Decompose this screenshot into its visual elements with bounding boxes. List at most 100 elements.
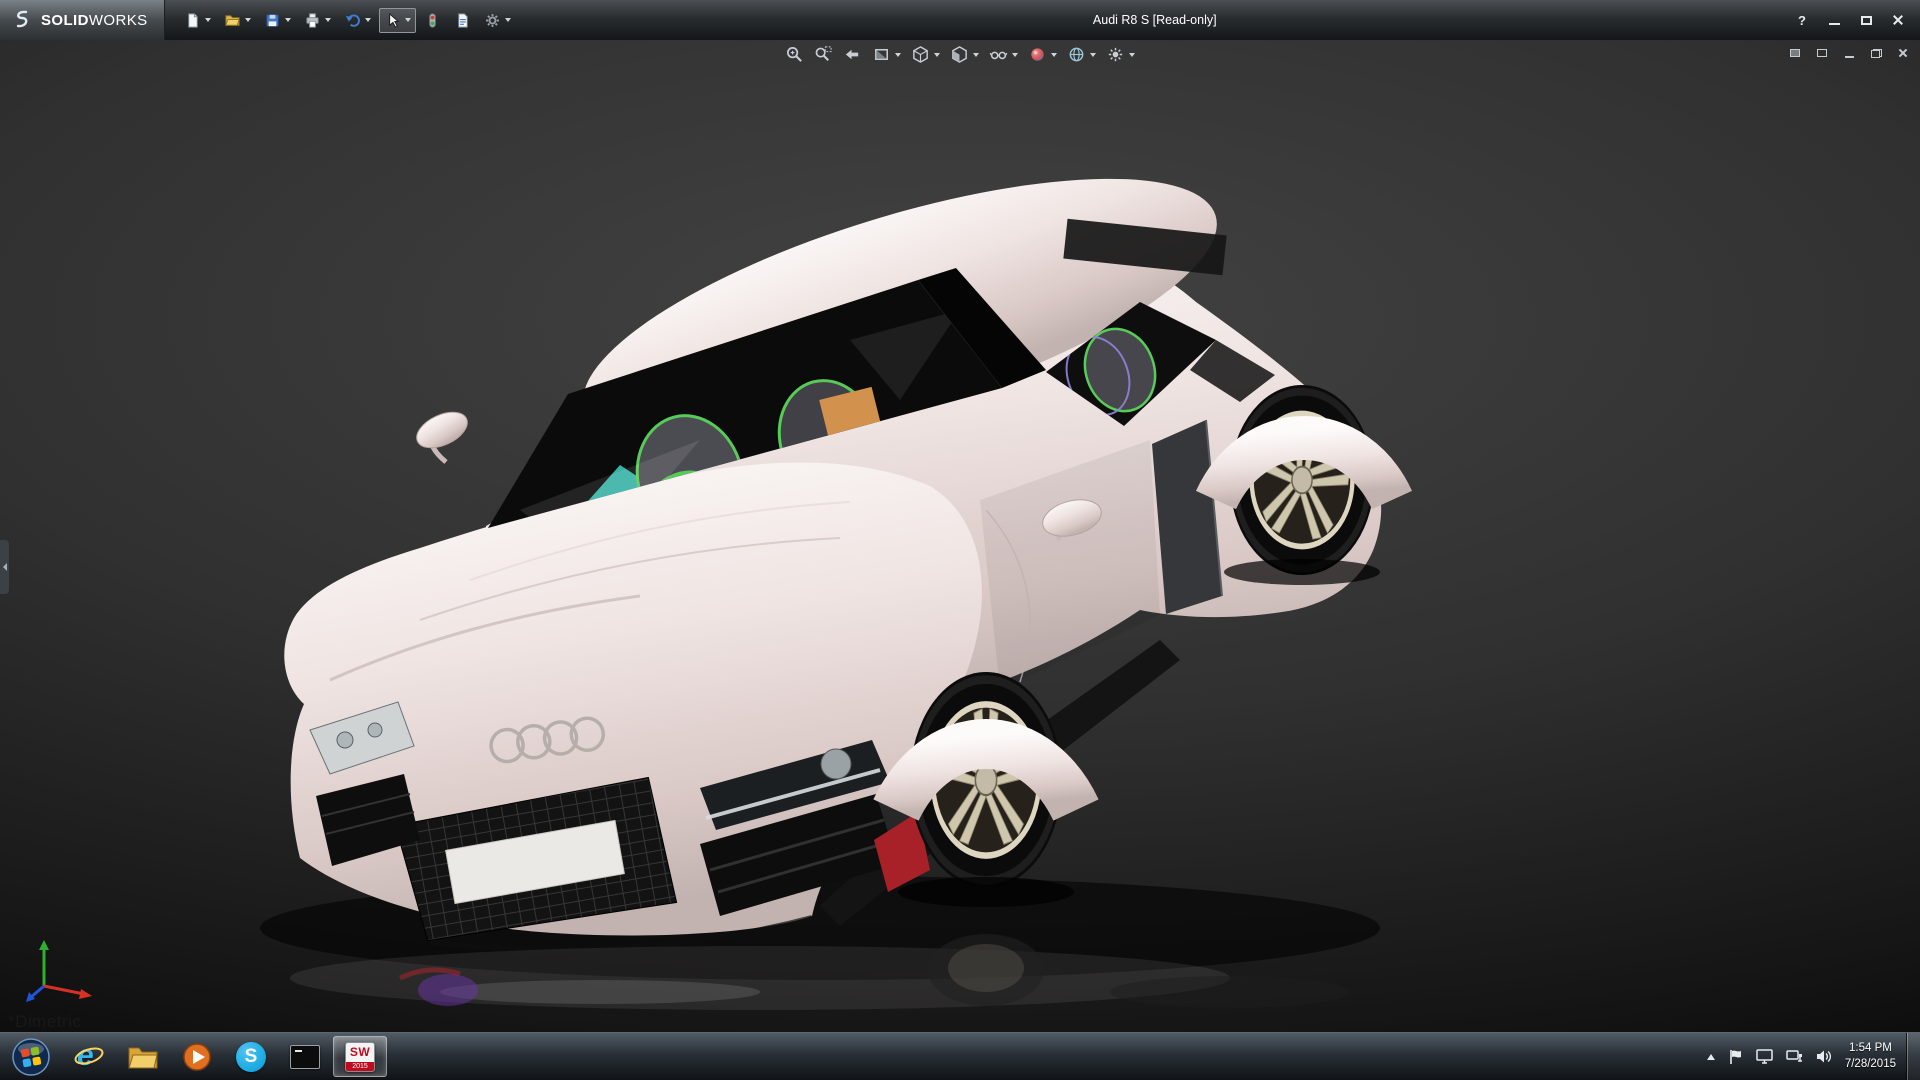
- solidworks-app-icon: SW 2015: [345, 1042, 375, 1072]
- clock-date: 7/28/2015: [1845, 1057, 1896, 1073]
- previous-view-button[interactable]: [840, 43, 865, 66]
- action-center-flag-icon[interactable]: [1728, 1049, 1743, 1065]
- graphics-viewport[interactable]: *Dimetric: [0, 40, 1920, 1032]
- hide-show-items-button[interactable]: [986, 43, 1021, 66]
- window-controls: ?: [1794, 12, 1920, 28]
- main-toolbar: [165, 8, 516, 33]
- section-view-button[interactable]: [869, 43, 904, 66]
- section-view-dropdown-arrow[interactable]: [895, 53, 901, 57]
- taskbar-item-console[interactable]: [278, 1033, 332, 1080]
- zoom-to-fit-icon: [785, 45, 804, 64]
- close-icon: [1892, 14, 1904, 26]
- taskbar: e: [0, 1032, 1920, 1080]
- doc-close-button[interactable]: [1896, 46, 1910, 60]
- zoom-to-area-button[interactable]: [811, 43, 836, 66]
- view-orientation-dropdown-arrow[interactable]: [934, 53, 940, 57]
- minimize-icon: [1829, 23, 1840, 25]
- display-tray-icon[interactable]: [1756, 1049, 1773, 1064]
- doc-minimize-icon: [1845, 56, 1854, 58]
- taskbar-item-file-explorer[interactable]: [116, 1033, 170, 1080]
- doc-restore-icon: [1871, 49, 1882, 58]
- network-tray-icon[interactable]: [1786, 1049, 1803, 1064]
- new-document-button[interactable]: [179, 8, 216, 33]
- help-button[interactable]: ?: [1794, 12, 1810, 28]
- window-title: Audi R8 S [Read-only]: [516, 13, 1794, 27]
- media-player-icon: [182, 1042, 212, 1072]
- save-button[interactable]: [259, 8, 296, 33]
- open-button[interactable]: [219, 8, 256, 33]
- windows-start-icon: [11, 1037, 51, 1077]
- options-button[interactable]: [479, 8, 516, 33]
- rebuild-icon: [424, 12, 441, 29]
- view-orientation-cube-icon: [911, 45, 930, 64]
- view-settings-button[interactable]: [1103, 43, 1138, 66]
- taskbar-item-internet-explorer[interactable]: e: [62, 1033, 116, 1080]
- doc-restore-button[interactable]: [1869, 46, 1883, 60]
- display-style-button[interactable]: [947, 43, 982, 66]
- zoom-to-area-icon: [814, 45, 833, 64]
- hide-show-dropdown-arrow[interactable]: [1012, 53, 1018, 57]
- save-dropdown-arrow[interactable]: [285, 18, 291, 22]
- rebuild-button[interactable]: [419, 8, 446, 33]
- hide-show-glasses-icon: [989, 45, 1008, 64]
- minimize-button[interactable]: [1826, 12, 1842, 28]
- print-icon: [304, 12, 321, 29]
- edit-appearance-button[interactable]: [1025, 43, 1060, 66]
- internet-explorer-icon: e: [73, 1041, 105, 1073]
- hidden-icons-chevron-icon[interactable]: [1707, 1054, 1715, 1060]
- doc-minimize-button[interactable]: [1842, 46, 1856, 60]
- view-settings-icon: [1106, 45, 1125, 64]
- edit-appearance-dropdown-arrow[interactable]: [1051, 53, 1057, 57]
- show-window-button[interactable]: [1788, 46, 1802, 60]
- apply-scene-dropdown-arrow[interactable]: [1090, 53, 1096, 57]
- taskbar-item-media-player[interactable]: [170, 1033, 224, 1080]
- full-screen-button[interactable]: [1815, 46, 1829, 60]
- undo-dropdown-arrow[interactable]: [365, 18, 371, 22]
- folder-icon: [127, 1044, 159, 1070]
- side-mirror-left[interactable]: [411, 405, 473, 462]
- brand-rest: WORKS: [89, 12, 148, 29]
- maximize-button[interactable]: [1858, 12, 1874, 28]
- clock-time: 1:54 PM: [1845, 1041, 1896, 1057]
- undo-button[interactable]: [339, 8, 376, 33]
- heads-up-toolbar: [782, 43, 1138, 66]
- panel-collapse-handle[interactable]: [0, 540, 9, 594]
- open-dropdown-arrow[interactable]: [245, 18, 251, 22]
- car-model[interactable]: [0, 40, 1920, 1032]
- volume-tray-icon[interactable]: [1816, 1049, 1832, 1064]
- show-desktop-button[interactable]: [1906, 1033, 1920, 1080]
- dassault-logo-icon: [10, 8, 34, 32]
- show-window-icon: [1790, 49, 1800, 57]
- print-dropdown-arrow[interactable]: [325, 18, 331, 22]
- help-icon: ?: [1798, 13, 1806, 28]
- select-cursor-icon: [384, 12, 401, 29]
- select-dropdown-arrow[interactable]: [405, 18, 411, 22]
- view-settings-dropdown-arrow[interactable]: [1129, 53, 1135, 57]
- ie-ring-icon: [73, 1041, 105, 1073]
- save-icon: [264, 12, 281, 29]
- solidworks-logo: SOLIDWORKS: [0, 0, 165, 40]
- maximize-icon: [1861, 16, 1872, 25]
- orientation-triad[interactable]: [26, 938, 100, 1004]
- options-dropdown-arrow[interactable]: [505, 18, 511, 22]
- close-button[interactable]: [1890, 12, 1906, 28]
- taskbar-clock[interactable]: 1:54 PM 7/28/2015: [1845, 1041, 1898, 1072]
- skype-letter: S: [245, 1046, 258, 1068]
- undo-icon: [344, 12, 361, 29]
- taskbar-item-solidworks-2015[interactable]: SW 2015: [333, 1036, 387, 1077]
- print-button[interactable]: [299, 8, 336, 33]
- brand-name: SOLIDWORKS: [41, 12, 148, 29]
- select-tool-button[interactable]: [379, 8, 416, 33]
- display-style-dropdown-arrow[interactable]: [973, 53, 979, 57]
- taskbar-item-skype[interactable]: S: [224, 1033, 278, 1080]
- view-orientation-button[interactable]: [908, 43, 943, 66]
- file-properties-button[interactable]: [449, 8, 476, 33]
- skype-icon: S: [236, 1042, 266, 1072]
- apply-scene-button[interactable]: [1064, 43, 1099, 66]
- zoom-to-fit-button[interactable]: [782, 43, 807, 66]
- new-dropdown-arrow[interactable]: [205, 18, 211, 22]
- doc-close-icon: [1898, 48, 1908, 58]
- start-button[interactable]: [0, 1033, 62, 1080]
- open-folder-icon: [224, 12, 241, 29]
- sw-letters: SW: [350, 1043, 370, 1062]
